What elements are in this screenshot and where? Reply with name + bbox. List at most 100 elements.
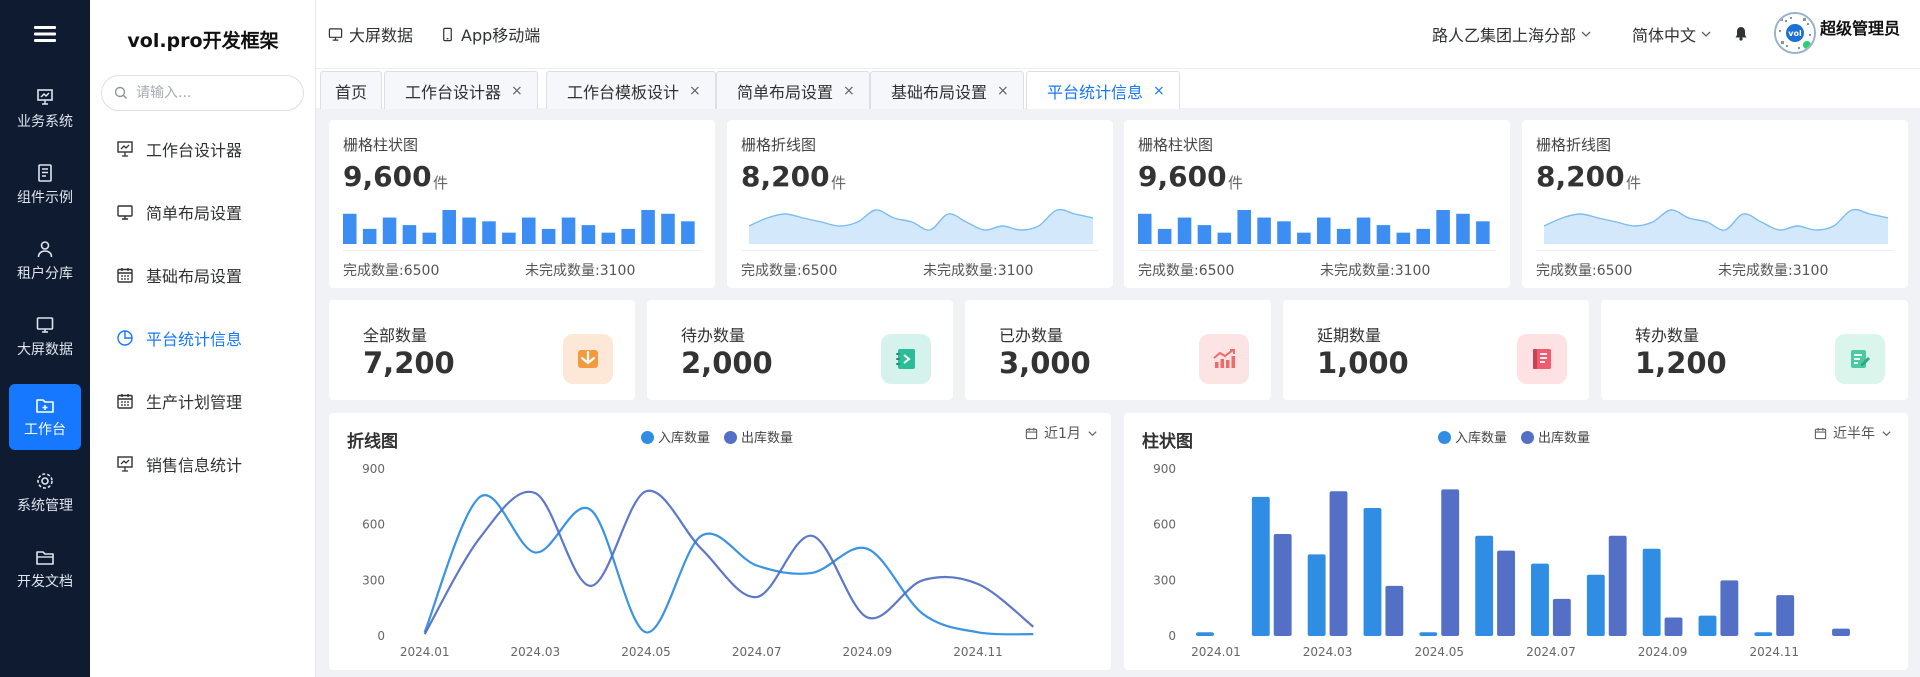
bar — [1642, 548, 1661, 636]
inbox-icon — [563, 334, 613, 384]
y-tick-label: 300 — [362, 573, 385, 587]
kpi-title: 全部数量 — [363, 326, 428, 345]
folder-add-icon — [36, 399, 54, 413]
bar — [1251, 496, 1270, 636]
mobile-app-link[interactable]: App移动端 — [440, 22, 540, 46]
stat-card-unit: 件 — [1228, 174, 1244, 192]
tab-home[interactable]: 首页 — [320, 71, 383, 109]
done-count: 完成数量:6500 — [741, 263, 838, 279]
bar — [1608, 535, 1627, 636]
kpi-value: 3,000 — [999, 346, 1091, 380]
close-icon[interactable]: × — [511, 83, 523, 99]
kpi-title: 转办数量 — [1635, 326, 1700, 345]
search-input[interactable] — [136, 85, 286, 101]
calendar-icon — [117, 268, 133, 283]
kpi-card-done: 已办数量 3,000 — [965, 300, 1271, 400]
tab-simple-layout[interactable]: 简单布局设置 × — [716, 71, 870, 109]
org-label: 路人乙集团上海分部 — [1432, 26, 1577, 45]
language-dropdown[interactable]: 简体中文 — [1632, 22, 1712, 46]
brand-title: vol.pro开发框架 — [127, 30, 279, 52]
mini-bar — [362, 228, 377, 244]
rail-item-business[interactable]: 业务系统 — [9, 76, 81, 142]
undone-count: 未完成数量:3100 — [1320, 263, 1431, 279]
stat-card-value: 9,600 — [1138, 160, 1227, 193]
menu-item-simple-layout[interactable]: 简单布局设置 — [116, 197, 242, 227]
close-icon[interactable]: × — [689, 83, 701, 99]
y-tick-label: 0 — [1168, 629, 1176, 643]
bar — [1776, 595, 1795, 636]
tab-workbench-template[interactable]: 工作台模板设计 × — [546, 71, 716, 109]
menu-search[interactable] — [101, 75, 304, 111]
mini-bar — [1197, 225, 1212, 244]
tab-label: 工作台模板设计 — [567, 82, 680, 102]
close-icon[interactable]: × — [997, 83, 1009, 99]
menu-item-workbench-designer[interactable]: 工作台设计器 — [116, 134, 242, 164]
tab-bar: 首页 工作台设计器 × 工作台模板设计 × 简单布局设置 × 基础布局设置 × 平台统计… — [316, 68, 1920, 109]
document-icon — [38, 164, 52, 182]
menu-item-label: 生产计划管理 — [146, 393, 243, 412]
chevron-down-icon — [1581, 31, 1591, 37]
mini-bar — [1217, 232, 1232, 244]
rail-item-tenants[interactable]: 租户分库 — [9, 228, 81, 294]
tab-workbench-designer[interactable]: 工作台设计器 × — [384, 71, 538, 109]
stat-card-value: 9,600 — [343, 160, 432, 193]
edit-doc-icon — [1835, 334, 1885, 384]
x-tick-label: 2024.03 — [1303, 645, 1353, 659]
close-icon[interactable]: × — [843, 83, 855, 99]
bar — [1664, 617, 1683, 636]
rail-item-big-screen[interactable]: 大屏数据 — [9, 304, 81, 370]
username[interactable]: 超级管理员 — [1820, 15, 1900, 39]
bar — [1196, 632, 1214, 636]
mini-bar — [1456, 213, 1470, 244]
stat-card-value: 8,200 — [741, 160, 830, 193]
mini-bar — [601, 232, 616, 244]
rail-item-docs[interactable]: 开发文档 — [9, 536, 81, 602]
bar — [1586, 574, 1605, 636]
x-tick-label: 2024.05 — [621, 645, 671, 659]
menu-item-label: 工作台设计器 — [146, 141, 243, 160]
mini-bar — [1396, 232, 1411, 244]
undone-count: 未完成数量:3100 — [525, 263, 636, 279]
x-tick-label: 2024.11 — [1749, 645, 1799, 659]
kpi-title: 延期数量 — [1317, 326, 1382, 345]
divider — [741, 250, 1099, 251]
tab-platform-stats[interactable]: 平台统计信息 × — [1026, 71, 1180, 109]
menu-item-production-plan[interactable]: 生产计划管理 — [116, 386, 242, 416]
bell-icon[interactable] — [1734, 26, 1748, 45]
presentation-icon — [37, 89, 53, 105]
stat-card: 栅格柱状图 9,600 件 完成数量:6500 未完成数量:3100 — [329, 120, 715, 288]
rail-item-workbench[interactable]: 工作台 — [9, 384, 81, 450]
bar — [1754, 632, 1773, 636]
y-tick-label: 600 — [1153, 518, 1176, 532]
bar — [1419, 632, 1438, 636]
mini-bar — [462, 217, 476, 244]
mini-bar — [1356, 217, 1371, 244]
y-tick-label: 900 — [362, 462, 385, 476]
menu-item-platform-stats[interactable]: 平台统计信息 — [116, 323, 242, 353]
menu-item-sales-stats[interactable]: 销售信息统计 — [116, 449, 242, 479]
mobile-label: App移动端 — [461, 26, 541, 45]
bar — [1552, 598, 1571, 636]
stat-card: 栅格折线图 8,200 件 完成数量:6500 未完成数量:3100 — [727, 120, 1113, 288]
tab-basic-layout[interactable]: 基础布局设置 × — [870, 71, 1024, 109]
rail-item-components[interactable]: 组件示例 — [9, 152, 81, 218]
menu-item-basic-layout[interactable]: 基础布局设置 — [116, 260, 242, 290]
kpi-title: 待办数量 — [681, 326, 746, 345]
mini-bar — [1476, 221, 1490, 244]
rail-item-system[interactable]: 系统管理 — [9, 460, 81, 526]
bar — [1363, 507, 1382, 636]
gear-icon — [37, 473, 53, 489]
avatar[interactable]: vol — [1774, 12, 1816, 54]
close-icon[interactable]: × — [1153, 83, 1165, 99]
menu-toggle-icon[interactable] — [0, 0, 90, 68]
big-screen-link[interactable]: 大屏数据 — [328, 22, 413, 46]
rail-item-label: 组件示例 — [17, 190, 73, 206]
user-icon — [37, 241, 53, 258]
org-dropdown[interactable]: 路人乙集团上海分部 — [1432, 22, 1592, 46]
mini-bar — [1138, 213, 1152, 244]
kpi-value: 2,000 — [681, 346, 773, 380]
icon-rail: 业务系统 组件示例 租户分库 大屏数据 工作台 系统管理 开发文档 — [0, 0, 90, 677]
y-tick-label: 0 — [377, 629, 385, 643]
series-line — [423, 489, 1035, 635]
bar — [1531, 563, 1549, 636]
